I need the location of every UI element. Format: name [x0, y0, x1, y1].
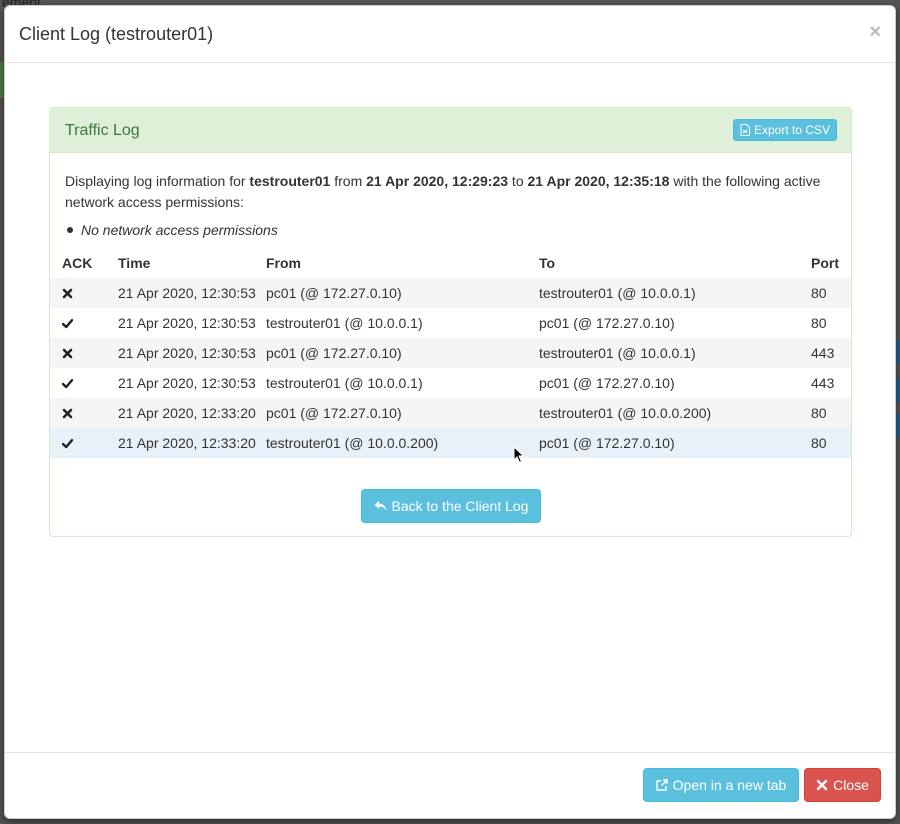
panel-title: Traffic Log — [65, 122, 140, 139]
check-icon — [62, 438, 118, 449]
ack-cell — [50, 338, 118, 368]
modal-close-icon[interactable]: × — [869, 22, 881, 42]
back-to-client-log-button[interactable]: Back to the Client Log — [361, 489, 541, 523]
column-header-ack: ACK — [62, 255, 93, 271]
column-header-time: Time — [118, 255, 151, 271]
close-icon — [816, 779, 828, 791]
cross-icon — [62, 288, 118, 299]
to-cell: testrouter01 (@ 10.0.0.1) — [539, 278, 811, 308]
cross-icon — [62, 348, 118, 359]
table-body: 21 Apr 2020, 12:30:53 pc01 (@ 172.27.0.10… — [50, 278, 851, 458]
port-cell: 80 — [811, 315, 827, 331]
mouse-cursor-icon — [513, 446, 525, 464]
export-csv-label: Export to CSV — [753, 123, 830, 137]
table-row: 21 Apr 2020, 12:30:53 testrouter01 (@ 10.… — [50, 308, 851, 338]
port-cell: 80 — [811, 428, 851, 458]
modal-body: Traffic Log Export to CSV Displaying log… — [5, 63, 895, 755]
column-header-port: Port — [811, 255, 839, 271]
table-row: 21 Apr 2020, 12:30:53 pc01 (@ 172.27.0.10… — [50, 338, 851, 368]
to-cell: pc01 (@ 172.27.0.10) — [539, 428, 811, 458]
ack-cell — [50, 308, 118, 338]
from-cell: pc01 (@ 172.27.0.10) — [266, 398, 539, 428]
open-new-tab-label: Open in a new tab — [672, 777, 787, 793]
ack-cell — [50, 398, 118, 428]
ack-cell — [50, 278, 118, 308]
client-log-modal: Client Log (testrouter01) × Traffic Log … — [4, 5, 896, 819]
time-cell: 21 Apr 2020, 12:30:53 — [118, 315, 256, 331]
intro-client: testrouter01 — [249, 173, 331, 189]
port-cell: 443 — [811, 338, 851, 368]
intro-text: to — [508, 173, 528, 189]
ack-cell — [50, 368, 118, 398]
table-row: 21 Apr 2020, 12:33:20 pc01 (@ 172.27.0.10… — [50, 398, 851, 428]
close-button[interactable]: Close — [804, 768, 881, 802]
permission-list-item: No network access permissions — [65, 222, 278, 238]
traffic-log-table: ACK Time From To Port 21 Apr 2020, 12:30… — [50, 248, 851, 458]
time-cell: 21 Apr 2020, 12:30:53 — [118, 375, 256, 391]
port-cell: 80 — [811, 398, 851, 428]
column-header-from: From — [266, 255, 301, 271]
to-cell: testrouter01 (@ 10.0.0.1) — [539, 338, 811, 368]
table-row: 21 Apr 2020, 12:33:20 testrouter01 (@ 10.… — [50, 428, 851, 458]
back-button-label: Back to the Client Log — [391, 498, 529, 514]
from-cell: testrouter01 (@ 10.0.0.200) — [266, 428, 539, 458]
from-cell: pc01 (@ 172.27.0.10) — [266, 338, 539, 368]
intro-text: from — [330, 173, 367, 189]
intro-text: Displaying log information for — [65, 173, 250, 189]
bullet-icon — [67, 227, 73, 233]
intro-from-time: 21 Apr 2020, 12:29:23 — [366, 173, 509, 189]
table-row: 21 Apr 2020, 12:30:53 testrouter01 (@ 10.… — [50, 368, 851, 398]
permission-text: No network access permissions — [81, 222, 278, 238]
external-link-icon — [655, 779, 668, 791]
to-cell: pc01 (@ 172.27.0.10) — [539, 315, 675, 331]
open-new-tab-button[interactable]: Open in a new tab — [643, 768, 799, 802]
export-csv-button[interactable]: Export to CSV — [732, 119, 837, 141]
column-header-to: To — [539, 255, 556, 271]
from-cell: testrouter01 (@ 10.0.0.1) — [266, 375, 423, 391]
check-icon — [62, 318, 118, 329]
time-cell: 21 Apr 2020, 12:30:53 — [118, 338, 266, 368]
check-icon — [62, 378, 118, 389]
ack-cell — [50, 428, 118, 458]
panel-heading: Traffic Log Export to CSV — [50, 108, 851, 153]
time-cell: 21 Apr 2020, 12:33:20 — [118, 398, 266, 428]
time-cell: 21 Apr 2020, 12:30:53 — [118, 278, 266, 308]
log-description: Displaying log information for testroute… — [65, 171, 835, 213]
time-cell: 21 Apr 2020, 12:33:20 — [118, 428, 266, 458]
modal-title: Client Log (testrouter01) — [19, 24, 214, 44]
intro-to-time: 21 Apr 2020, 12:35:18 — [527, 173, 670, 189]
from-cell: testrouter01 (@ 10.0.0.1) — [266, 315, 423, 331]
cross-icon — [62, 408, 118, 419]
close-button-label: Close — [833, 777, 869, 793]
reply-icon — [374, 501, 386, 511]
to-cell: testrouter01 (@ 10.0.0.200) — [539, 398, 811, 428]
file-export-icon — [740, 124, 750, 136]
modal-header: Client Log (testrouter01) × — [5, 6, 895, 63]
port-cell: 80 — [811, 278, 851, 308]
modal-footer: Open in a new tab Close — [5, 752, 895, 818]
to-cell: pc01 (@ 172.27.0.10) — [539, 375, 675, 391]
table-header-row: ACK Time From To Port — [50, 248, 851, 278]
table-row: 21 Apr 2020, 12:30:53 pc01 (@ 172.27.0.10… — [50, 278, 851, 308]
traffic-log-panel: Traffic Log Export to CSV Displaying log… — [49, 107, 852, 537]
from-cell: pc01 (@ 172.27.0.10) — [266, 278, 539, 308]
port-cell: 443 — [811, 375, 835, 391]
